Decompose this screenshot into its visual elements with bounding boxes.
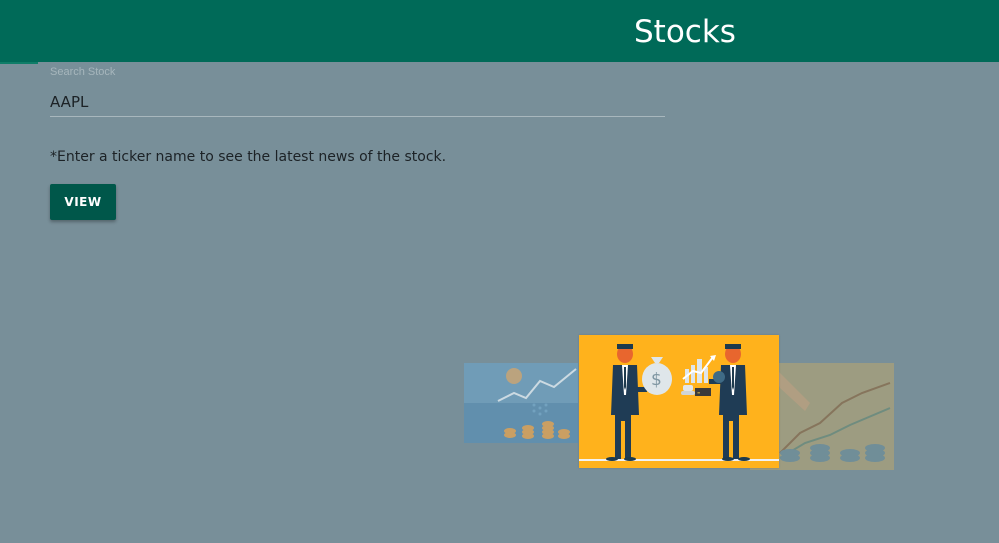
header-accent	[0, 62, 38, 64]
search-input[interactable]	[50, 88, 665, 117]
svg-text:$: $	[651, 370, 662, 390]
carousel-slide-left[interactable]	[464, 363, 578, 443]
page-title: Stocks	[634, 14, 736, 50]
business-deal-illustration: $ ≡	[579, 335, 779, 468]
helper-text: *Enter a ticker name to see the latest n…	[50, 149, 447, 165]
svg-text:≡: ≡	[697, 390, 700, 395]
carousel-slide-active[interactable]: $ ≡	[579, 335, 779, 468]
view-button[interactable]: VIEW	[50, 184, 116, 220]
image-carousel[interactable]: $ ≡	[464, 335, 894, 470]
stock-chart-coins-illustration	[464, 363, 578, 443]
app-header: Stocks	[0, 0, 999, 62]
search-label: Search Stock	[50, 66, 116, 78]
